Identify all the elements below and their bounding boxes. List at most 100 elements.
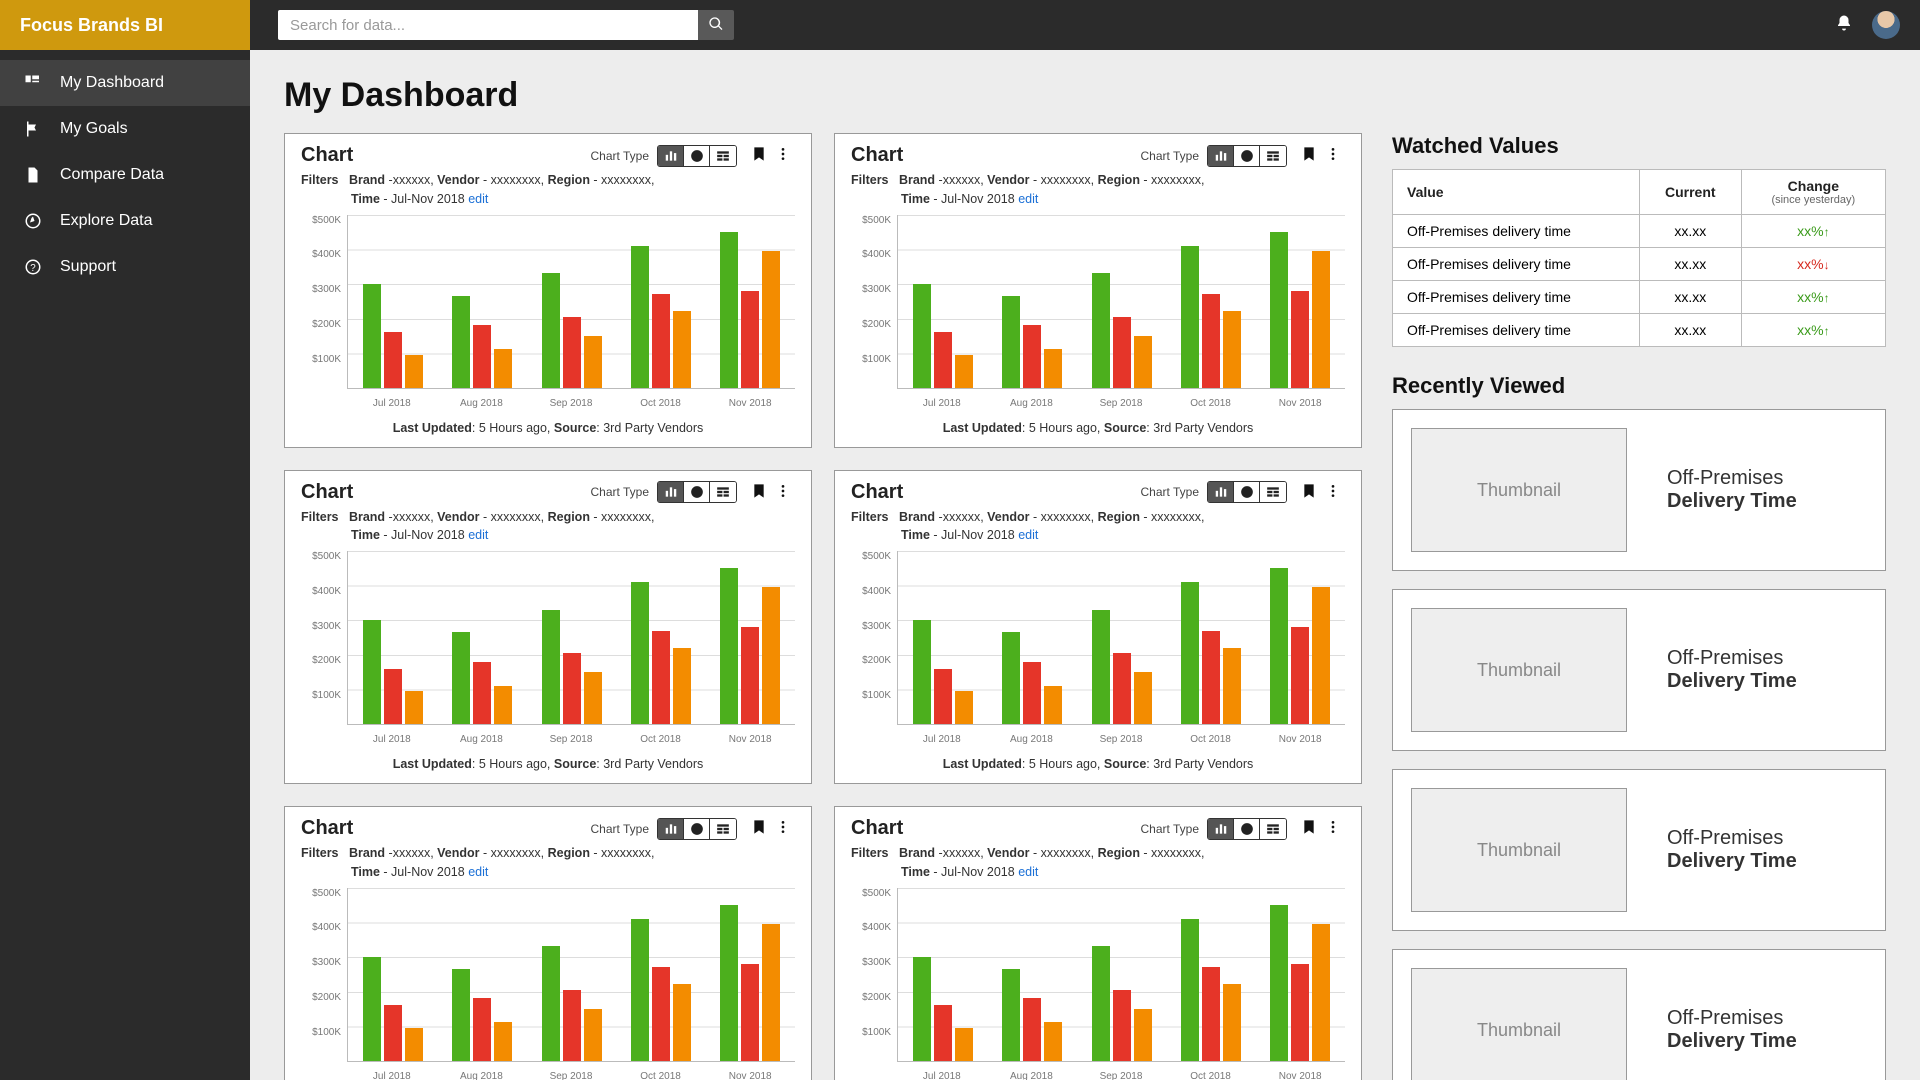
bar <box>563 653 581 724</box>
bar <box>913 620 931 724</box>
bookmark-button[interactable] <box>1297 481 1321 504</box>
chart-area: $500K$400K$300K$200K$100KJul 2018Aug 201… <box>851 551 1345 751</box>
chart-type-table[interactable] <box>1260 146 1286 166</box>
more-icon <box>775 150 791 165</box>
chart-type-bar[interactable] <box>658 146 684 166</box>
bar <box>1181 246 1199 388</box>
chart-card: ChartChart TypeFilters Brand -xxxxxx, Ve… <box>834 133 1362 448</box>
chart-type-table[interactable] <box>710 819 736 839</box>
nav-compare[interactable]: Compare Data <box>0 152 250 198</box>
bookmark-button[interactable] <box>1297 144 1321 167</box>
bar <box>1134 672 1152 724</box>
chart-type-pie[interactable] <box>1234 482 1260 502</box>
bookmark-button[interactable] <box>1297 817 1321 840</box>
card-title: Chart <box>301 481 353 504</box>
chart-area: $500K$400K$300K$200K$100KJul 2018Aug 201… <box>851 215 1345 415</box>
bell-icon <box>1835 14 1853 37</box>
bookmark-button[interactable] <box>747 144 771 167</box>
chart-type-table[interactable] <box>1260 819 1286 839</box>
watched-row[interactable]: Off-Premises delivery timexx.xxxx%↓ <box>1393 248 1886 281</box>
user-avatar[interactable] <box>1872 11 1900 39</box>
y-axis-labels: $500K$400K$300K$200K$100K <box>301 551 341 725</box>
more-button[interactable] <box>771 144 795 167</box>
x-axis-labels: Jul 2018Aug 2018Sep 2018Oct 2018Nov 2018 <box>897 398 1345 409</box>
card-footer: Last Updated: 5 Hours ago, Source: 3rd P… <box>301 757 795 771</box>
help-icon <box>22 256 44 278</box>
bar <box>1223 984 1241 1060</box>
watched-current: xx.xx <box>1639 281 1741 314</box>
search-input[interactable] <box>278 10 698 40</box>
recent-item[interactable]: ThumbnailOff-PremisesDelivery Time <box>1392 949 1886 1080</box>
file-icon <box>22 164 44 186</box>
chart-type-pie[interactable] <box>684 819 710 839</box>
col-value: Value <box>1393 170 1640 215</box>
bookmark-button[interactable] <box>747 817 771 840</box>
edit-filters-link[interactable]: edit <box>1018 192 1038 206</box>
more-button[interactable] <box>1321 817 1345 840</box>
more-button[interactable] <box>771 481 795 504</box>
nav-goals[interactable]: My Goals <box>0 106 250 152</box>
edit-filters-link[interactable]: edit <box>1018 865 1038 879</box>
bookmark-button[interactable] <box>747 481 771 504</box>
chart-type-table[interactable] <box>710 482 736 502</box>
recent-item[interactable]: ThumbnailOff-PremisesDelivery Time <box>1392 769 1886 931</box>
watched-change: xx%↑ <box>1741 215 1885 248</box>
bar <box>1044 349 1062 387</box>
bar <box>1312 587 1330 724</box>
chart-type-bar[interactable] <box>658 819 684 839</box>
watched-label: Off-Premises delivery time <box>1393 281 1640 314</box>
watched-row[interactable]: Off-Premises delivery timexx.xxxx%↑ <box>1393 314 1886 347</box>
recent-item[interactable]: ThumbnailOff-PremisesDelivery Time <box>1392 589 1886 751</box>
y-axis-labels: $500K$400K$300K$200K$100K <box>301 215 341 389</box>
bar <box>673 984 691 1060</box>
bar <box>1270 568 1288 724</box>
edit-filters-link[interactable]: edit <box>468 192 488 206</box>
edit-filters-link[interactable]: edit <box>1018 528 1038 542</box>
chart-type-table[interactable] <box>710 146 736 166</box>
watched-heading: Watched Values <box>1392 133 1886 159</box>
chart-type-pie[interactable] <box>1234 819 1260 839</box>
bookmark-icon <box>1301 487 1317 502</box>
notifications-button[interactable] <box>1824 14 1864 37</box>
bar <box>473 662 491 724</box>
nav-explore[interactable]: Explore Data <box>0 198 250 244</box>
recent-title: Off-PremisesDelivery Time <box>1667 827 1797 873</box>
chart-type-bar[interactable] <box>1208 482 1234 502</box>
bar <box>1113 317 1131 388</box>
more-button[interactable] <box>1321 481 1345 504</box>
nav-dashboard[interactable]: My Dashboard <box>0 60 250 106</box>
search-button[interactable] <box>698 10 734 40</box>
bar <box>720 232 738 388</box>
nav-label: My Goals <box>60 120 128 138</box>
nav-label: My Dashboard <box>60 74 164 92</box>
bookmark-icon <box>751 487 767 502</box>
edit-filters-link[interactable]: edit <box>468 865 488 879</box>
bar <box>762 251 780 388</box>
bar <box>934 669 952 724</box>
chart-type-bar[interactable] <box>1208 146 1234 166</box>
watched-row[interactable]: Off-Premises delivery timexx.xxxx%↑ <box>1393 281 1886 314</box>
more-icon <box>775 487 791 502</box>
bar <box>542 273 560 387</box>
chart-type-segmented <box>1207 481 1287 503</box>
chart-type-pie[interactable] <box>1234 146 1260 166</box>
more-button[interactable] <box>1321 144 1345 167</box>
recent-item[interactable]: ThumbnailOff-PremisesDelivery Time <box>1392 409 1886 571</box>
chart-type-bar[interactable] <box>1208 819 1234 839</box>
edit-filters-link[interactable]: edit <box>468 528 488 542</box>
more-icon <box>775 823 791 838</box>
more-button[interactable] <box>771 817 795 840</box>
chart-type-bar[interactable] <box>658 482 684 502</box>
bar <box>1202 967 1220 1060</box>
nav-support[interactable]: Support <box>0 244 250 290</box>
bookmark-icon <box>751 823 767 838</box>
chart-type-pie[interactable] <box>684 146 710 166</box>
bar <box>673 648 691 724</box>
chart-type-pie[interactable] <box>684 482 710 502</box>
bar <box>363 957 381 1061</box>
chart-type-table[interactable] <box>1260 482 1286 502</box>
bar <box>913 284 931 388</box>
watched-row[interactable]: Off-Premises delivery timexx.xxxx%↑ <box>1393 215 1886 248</box>
bar <box>1181 919 1199 1061</box>
bar <box>720 568 738 724</box>
